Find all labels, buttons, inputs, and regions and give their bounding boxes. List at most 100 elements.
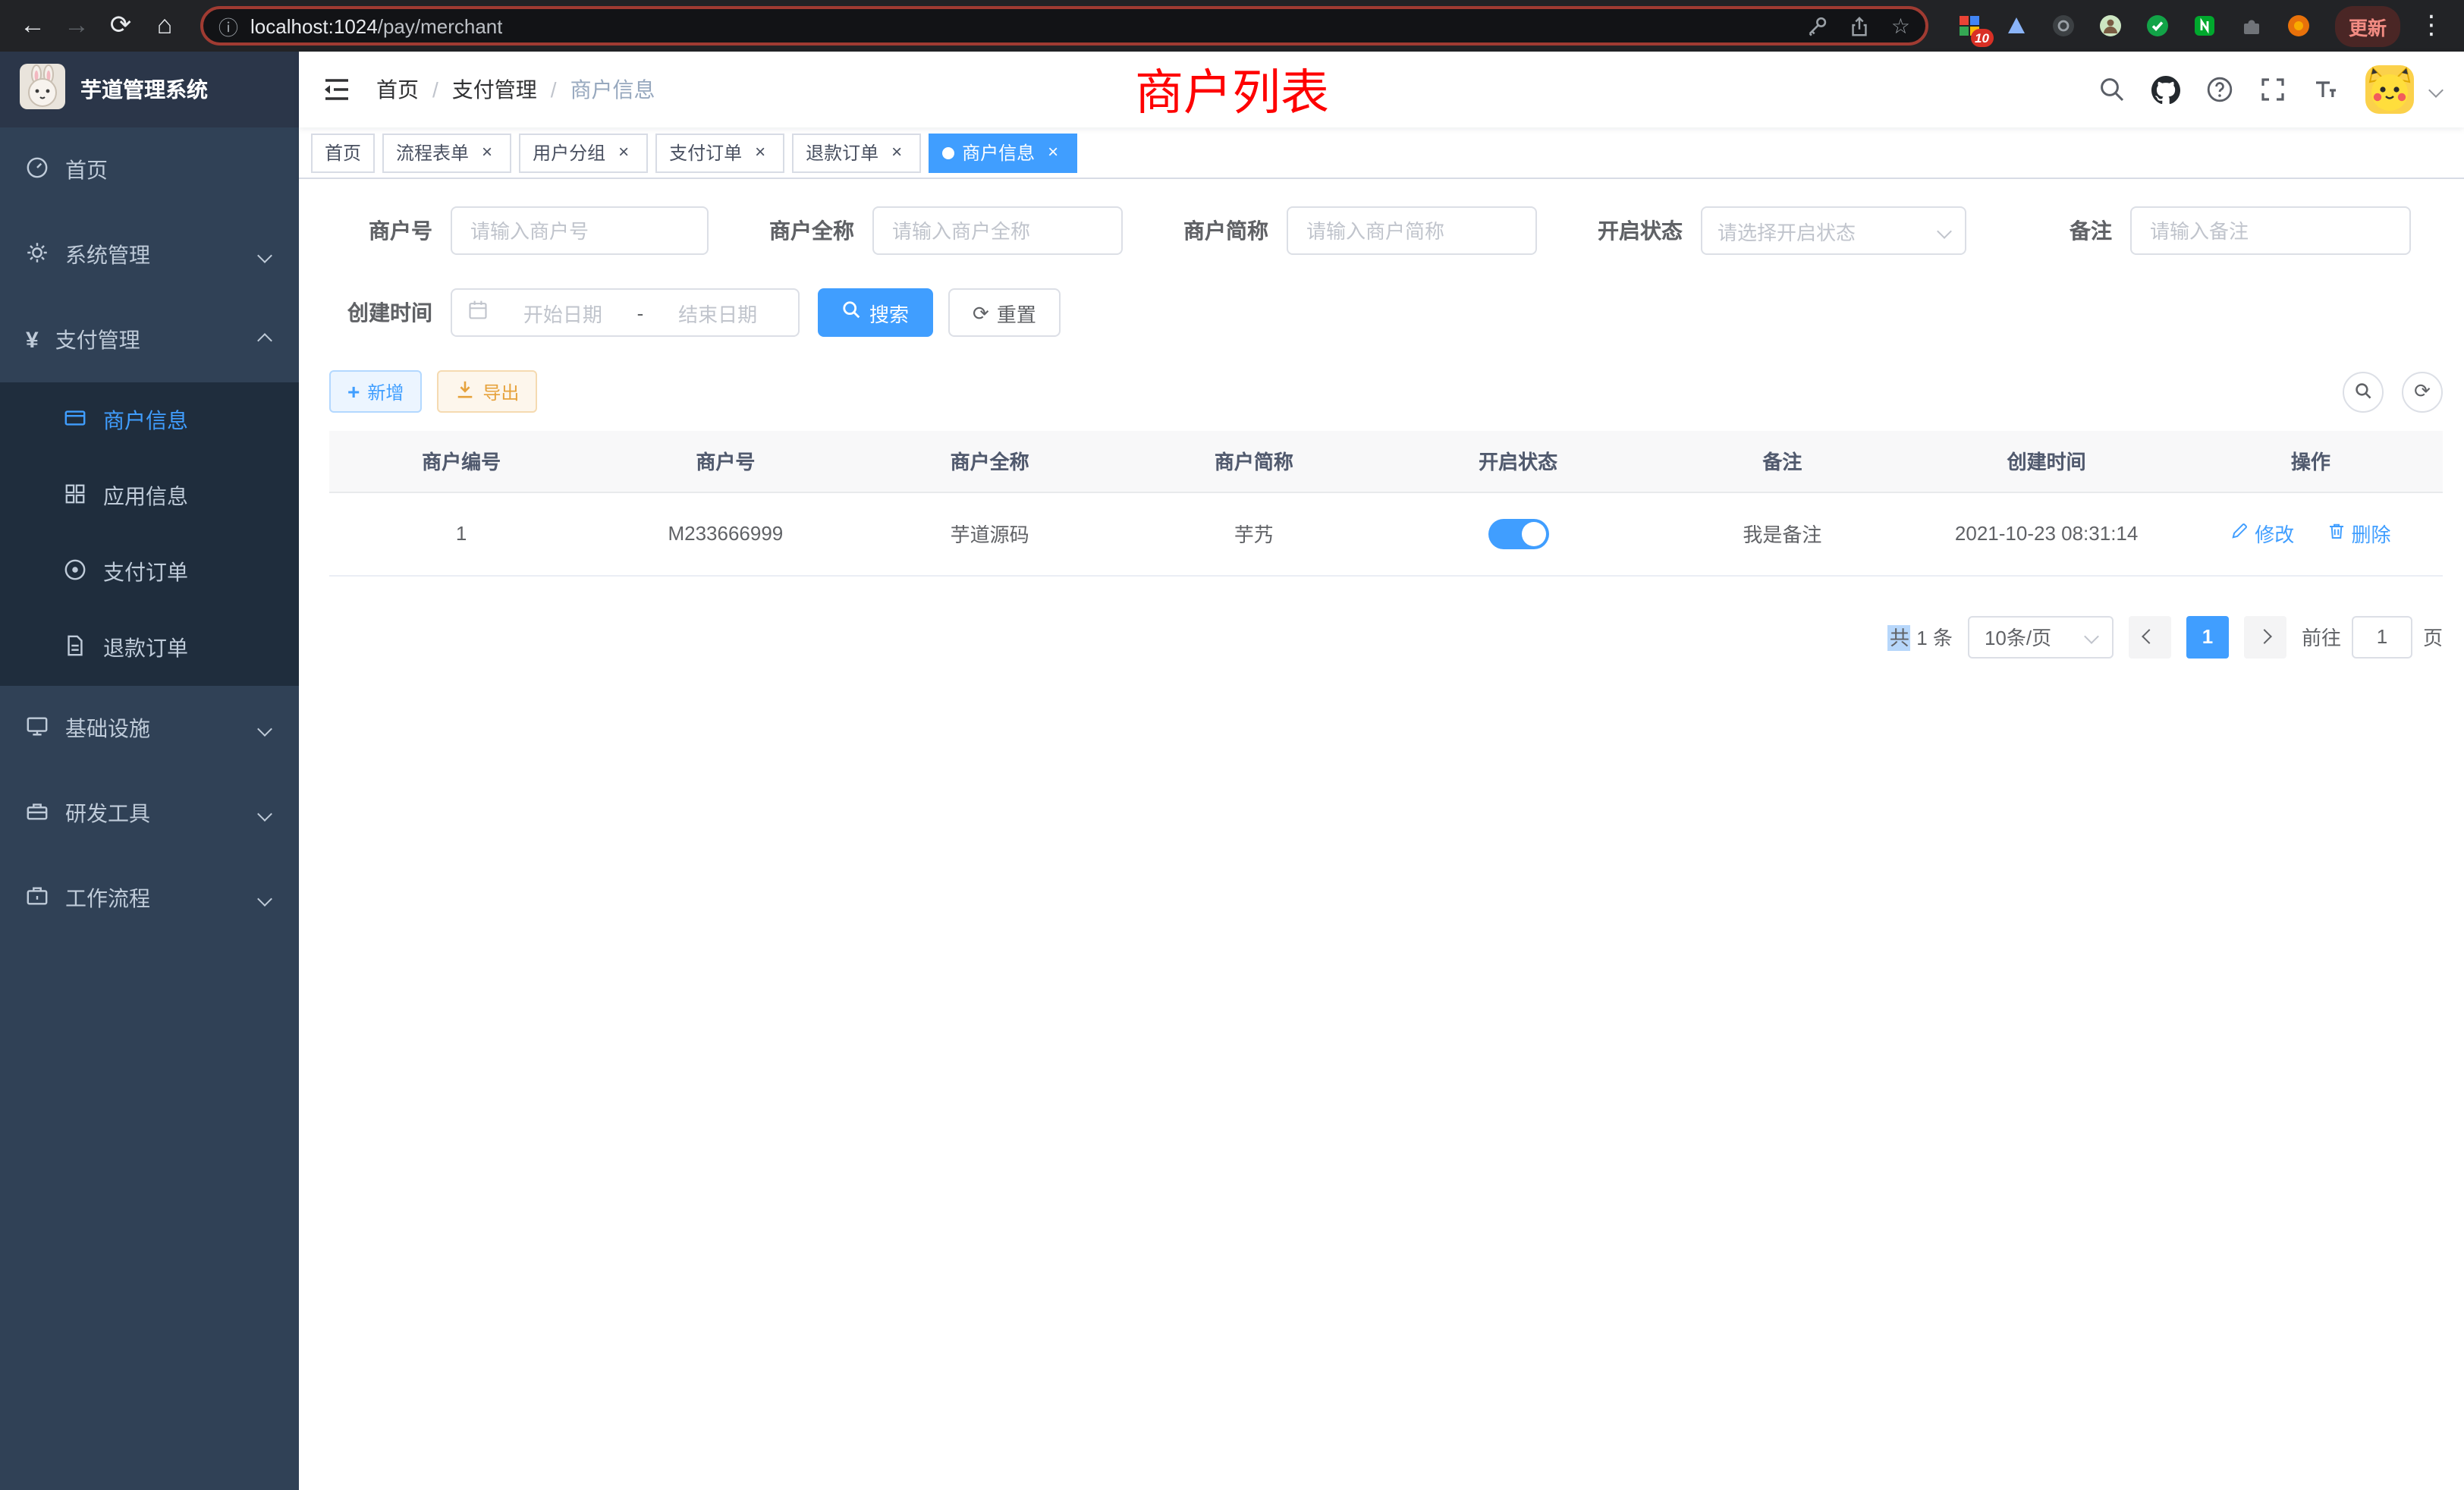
dashboard-icon	[26, 156, 49, 184]
search-button[interactable]: 搜索	[818, 288, 933, 337]
breadcrumb-item-home[interactable]: 首页	[376, 74, 419, 105]
sidebar: 芋道管理系统 首页 系统管理 ¥ 支付管理	[0, 52, 299, 1490]
home-icon[interactable]: ⌂	[144, 5, 185, 46]
export-button[interactable]: 导出	[437, 370, 537, 413]
font-size-icon[interactable]	[2312, 76, 2340, 103]
extension-dark-circle-icon[interactable]	[2050, 12, 2077, 39]
extension-check-icon[interactable]	[2144, 12, 2171, 39]
edit-link[interactable]: 修改	[2230, 519, 2294, 548]
reload-icon[interactable]: ⟳	[100, 5, 141, 46]
add-button[interactable]: + 新增	[329, 370, 422, 413]
next-page-button[interactable]	[2244, 615, 2286, 658]
tab-pay-order[interactable]: 支付订单×	[655, 133, 784, 172]
back-icon[interactable]: ←	[12, 5, 53, 46]
extension-avatar-icon[interactable]	[2097, 12, 2124, 39]
col-header-status: 开启状态	[1386, 431, 1650, 492]
merchant-short-label: 商户简称	[1165, 215, 1268, 246]
col-header-merchant-no: 商户号	[593, 431, 857, 492]
delete-link[interactable]: 删除	[2327, 519, 2391, 548]
extension-puzzle-icon[interactable]	[2238, 12, 2265, 39]
merchant-short-input[interactable]	[1287, 206, 1537, 255]
reset-button[interactable]: ⟳ 重置	[948, 288, 1061, 337]
merchant-name-input[interactable]	[872, 206, 1123, 255]
extension-grid-icon[interactable]: 10	[1956, 12, 1983, 39]
browser-update-button[interactable]: 更新	[2335, 5, 2400, 46]
sidebar-item-payment[interactable]: ¥ 支付管理	[0, 297, 299, 382]
table-row: 1 M233666999 芋道源码 芋艿 我是备注 2021-10-23 08:…	[329, 492, 2443, 575]
site-info-icon[interactable]: ⓘ	[218, 11, 238, 40]
select-caret-icon	[1937, 223, 1952, 238]
date-separator: -	[637, 301, 644, 324]
sidebar-subitem-merchant-info[interactable]: 商户信息	[0, 382, 299, 458]
chevron-right-icon	[2258, 629, 2273, 644]
tags-bar: 首页 流程表单× 用户分组× 支付订单× 退款订单× 商户信息×	[299, 127, 2464, 179]
yen-icon: ¥	[26, 327, 39, 353]
prev-page-button[interactable]	[2129, 615, 2171, 658]
logo-row[interactable]: 芋道管理系统	[0, 52, 299, 127]
tab-close-icon[interactable]: ×	[750, 142, 771, 163]
forward-icon[interactable]: →	[56, 5, 97, 46]
search-icon[interactable]	[2098, 76, 2126, 103]
merchant-no-input[interactable]	[451, 206, 709, 255]
cell-create-time: 2021-10-23 08:31:14	[1915, 492, 2179, 575]
share-icon[interactable]	[1849, 14, 1872, 37]
sidebar-item-system[interactable]: 系统管理	[0, 212, 299, 297]
app-logo	[20, 63, 65, 116]
sidebar-menu: 首页 系统管理 ¥ 支付管理 商户信息	[0, 127, 299, 941]
sidebar-subitem-pay-order[interactable]: 支付订单	[0, 534, 299, 610]
tab-merchant-info[interactable]: 商户信息×	[929, 133, 1077, 172]
browser-menu-icon[interactable]: ⋮	[2411, 5, 2452, 46]
status-label: 开启状态	[1579, 215, 1683, 246]
extension-profile-icon[interactable]	[2285, 12, 2312, 39]
tab-refund-order[interactable]: 退款订单×	[792, 133, 921, 172]
hamburger-icon[interactable]	[322, 76, 352, 103]
user-avatar[interactable]	[2365, 65, 2414, 114]
toggle-search-button[interactable]	[2343, 371, 2384, 412]
bookmark-star-icon[interactable]: ☆	[1891, 13, 1910, 39]
tab-close-icon[interactable]: ×	[613, 142, 634, 163]
action-row: + 新增 导出 ⟳	[329, 370, 2443, 413]
sidebar-item-workflow[interactable]: 工作流程	[0, 856, 299, 941]
key-icon[interactable]	[1806, 14, 1829, 37]
sidebar-subitem-app-info[interactable]: 应用信息	[0, 458, 299, 534]
tab-user-group[interactable]: 用户分组×	[519, 133, 648, 172]
extension-note-icon[interactable]	[2191, 12, 2218, 39]
sidebar-subitem-refund-order[interactable]: 退款订单	[0, 610, 299, 686]
tab-close-icon[interactable]: ×	[1042, 142, 1064, 163]
page-size-select[interactable]: 10条/页	[1968, 615, 2114, 658]
github-icon[interactable]	[2151, 75, 2180, 104]
tab-close-icon[interactable]: ×	[886, 142, 907, 163]
help-icon[interactable]	[2206, 76, 2233, 103]
create-time-range[interactable]: 开始日期 - 结束日期	[451, 288, 800, 337]
breadcrumb-item-payment[interactable]: 支付管理	[452, 74, 537, 105]
tab-close-icon[interactable]: ×	[476, 142, 498, 163]
record-icon	[64, 558, 86, 586]
url-bar[interactable]: ⓘ localhost:1024/pay/merchant ☆	[200, 6, 1928, 46]
app-title: 芋道管理系统	[80, 74, 208, 105]
goto-unit: 页	[2423, 622, 2443, 651]
chevron-down-icon	[257, 891, 272, 906]
status-toggle[interactable]	[1488, 518, 1548, 549]
goto-page-input[interactable]	[2352, 615, 2412, 658]
active-dot-icon	[942, 146, 954, 159]
avatar-caret-icon[interactable]	[2428, 82, 2444, 97]
sidebar-item-home[interactable]: 首页	[0, 127, 299, 212]
tab-home[interactable]: 首页	[311, 133, 375, 172]
refresh-button[interactable]: ⟳	[2402, 371, 2443, 412]
sidebar-item-devtools[interactable]: 研发工具	[0, 771, 299, 856]
total-text: 共 1 条	[1888, 622, 1953, 651]
remark-input[interactable]	[2130, 206, 2411, 255]
sidebar-item-infrastructure[interactable]: 基础设施	[0, 686, 299, 771]
extension-drop-icon[interactable]	[2003, 12, 2030, 39]
date-start-placeholder: 开始日期	[498, 298, 628, 327]
download-icon	[455, 379, 475, 404]
cell-merchant-name: 芋道源码	[858, 492, 1122, 575]
col-header-remark: 备注	[1650, 431, 1914, 492]
breadcrumb-item-merchant: 商户信息	[570, 74, 655, 105]
fullscreen-icon[interactable]	[2259, 76, 2286, 103]
tab-process-form[interactable]: 流程表单×	[382, 133, 511, 172]
merchant-no-label: 商户号	[329, 215, 432, 246]
page-1-button[interactable]: 1	[2186, 615, 2229, 658]
status-select[interactable]: 请选择开启状态	[1701, 206, 1966, 255]
table-header-row: 商户编号 商户号 商户全称 商户简称 开启状态 备注 创建时间 操作	[329, 431, 2443, 492]
